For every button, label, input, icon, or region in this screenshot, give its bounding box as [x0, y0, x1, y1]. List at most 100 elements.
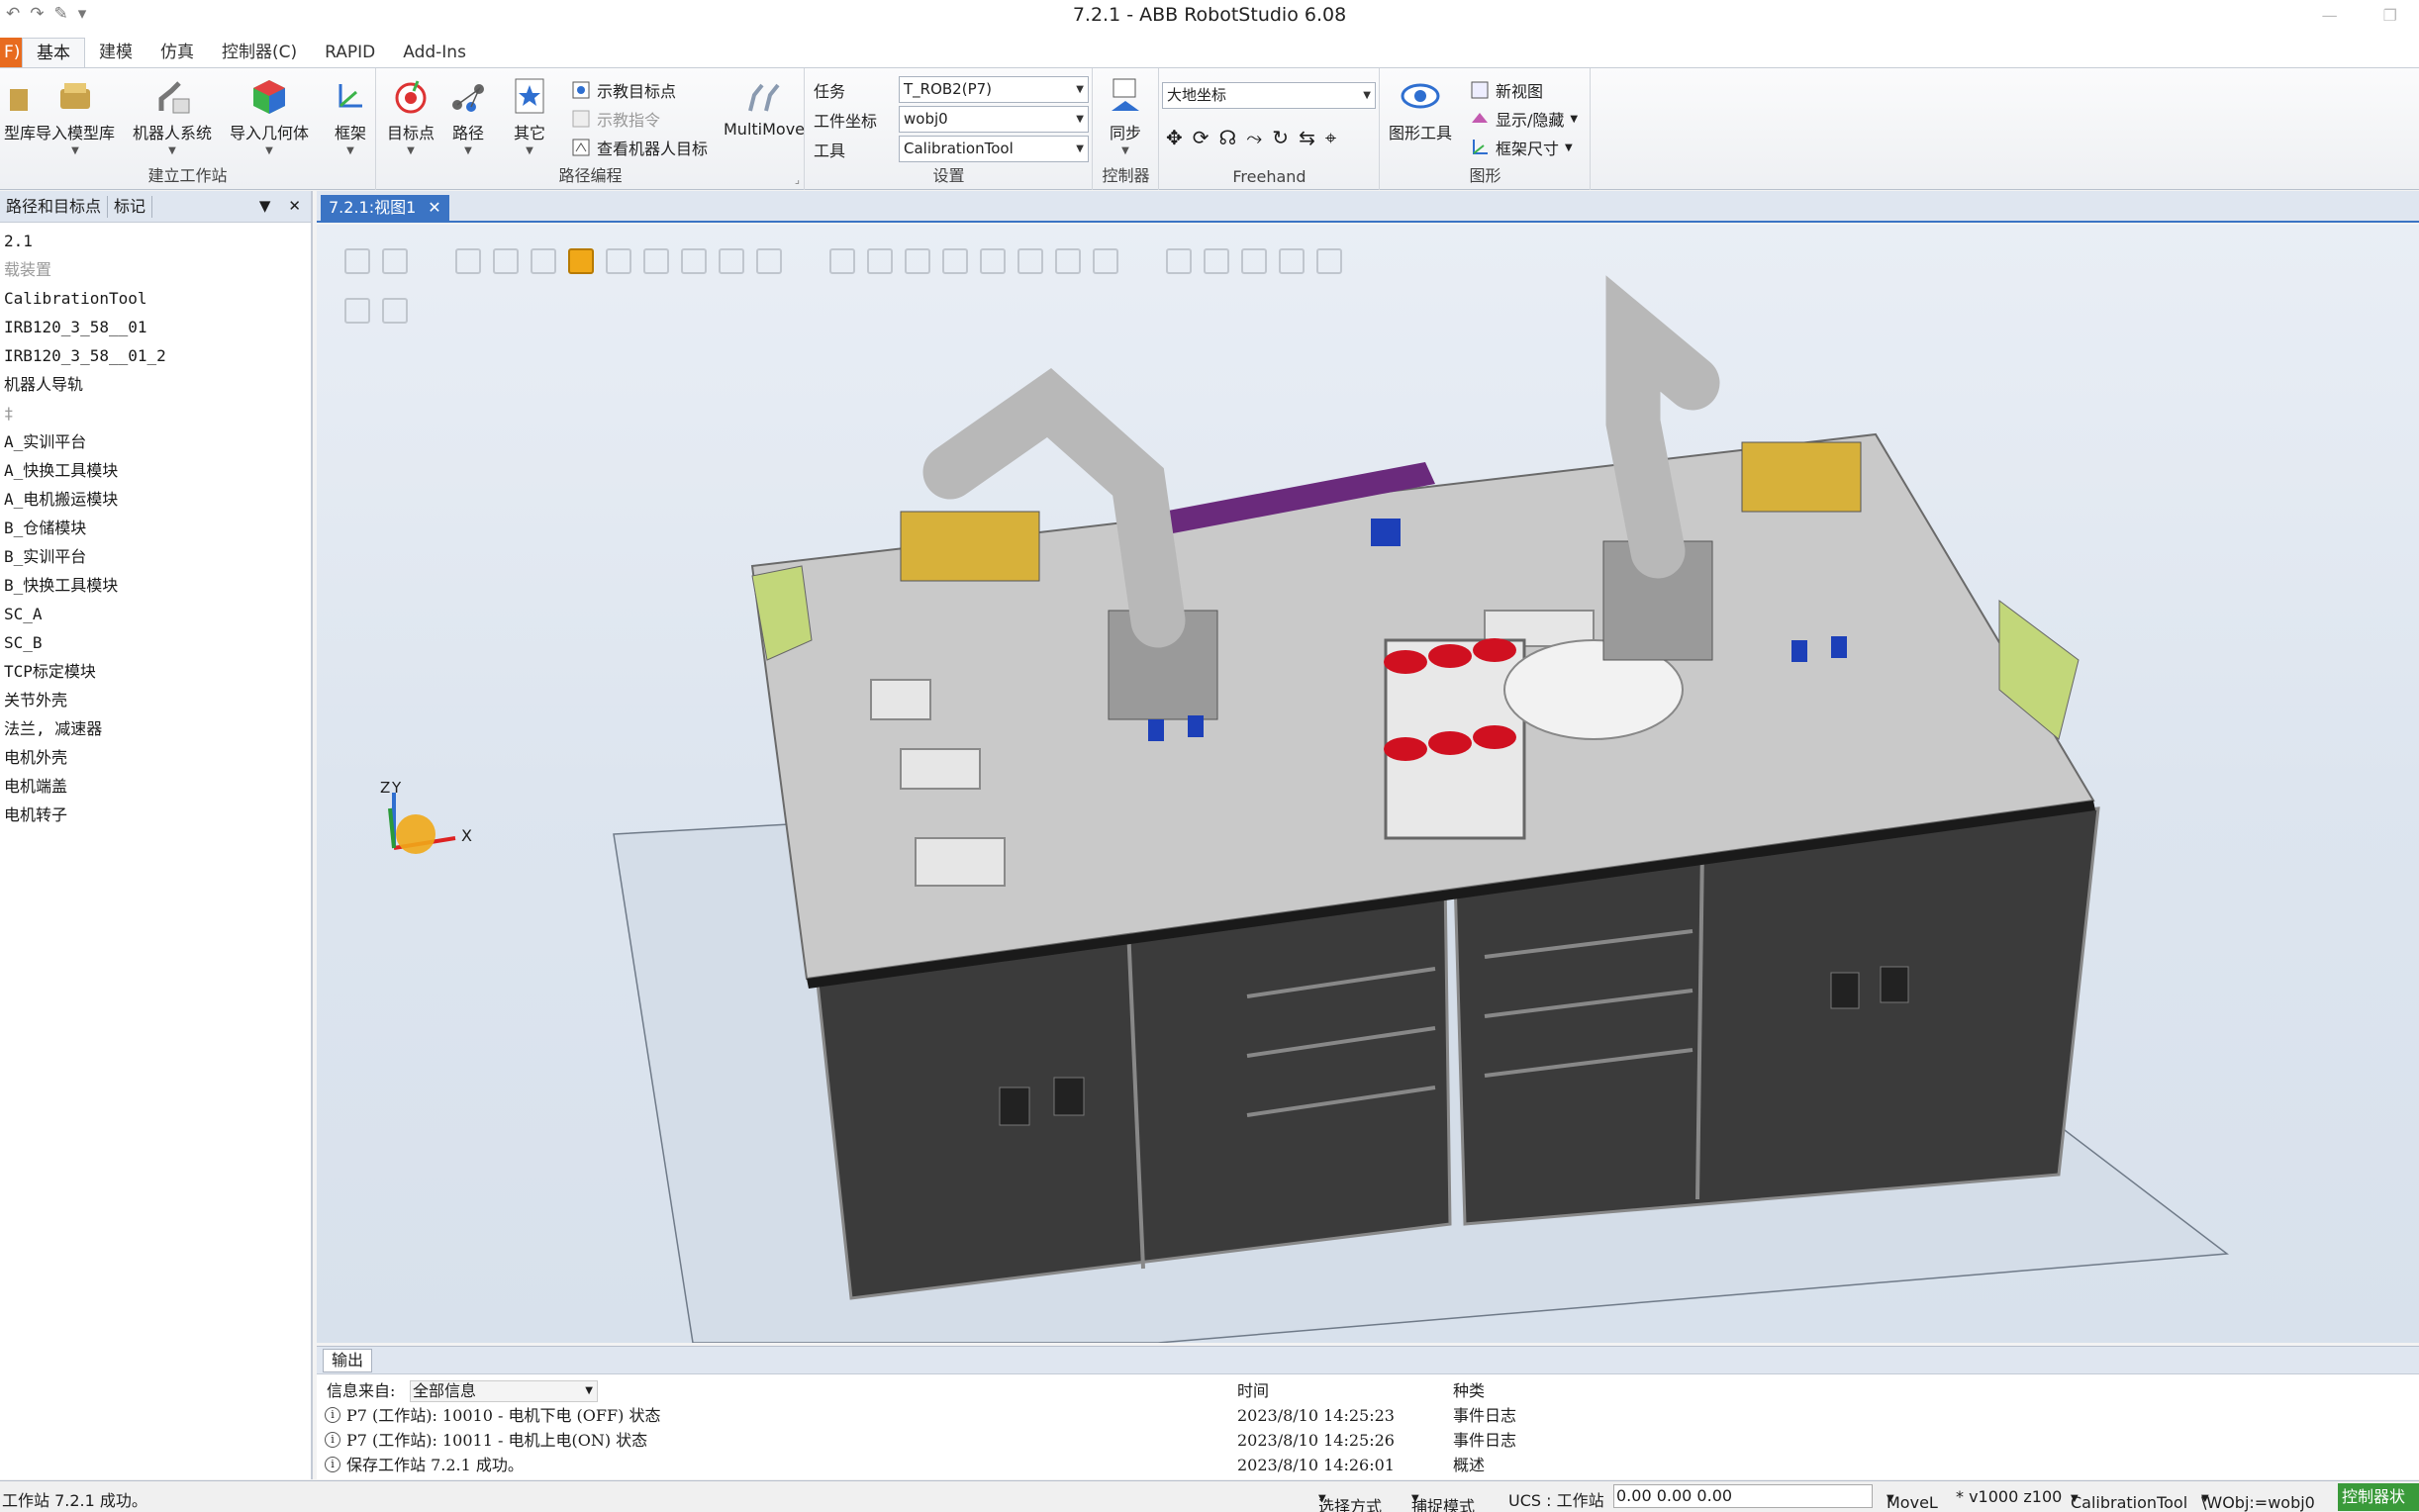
tab-controller[interactable]: 控制器(C)	[208, 38, 311, 67]
tab-simulation[interactable]: 仿真	[146, 38, 208, 67]
tree-item[interactable]: A_快换工具模块	[0, 456, 311, 485]
reference-frame-select[interactable]: 大地坐标 ▼	[1162, 82, 1376, 109]
view-robot-target-button[interactable]: 查看机器人目标	[571, 136, 708, 159]
dialog-launcher-icon[interactable]: ⌟	[795, 173, 800, 186]
controller-status-indicator[interactable]: 控制器状	[2338, 1483, 2419, 1511]
3d-viewport[interactable]: Z Y X	[317, 225, 2419, 1343]
model-library-button[interactable]: 型库	[0, 76, 40, 143]
info-icon: i	[325, 1407, 340, 1423]
output-row[interactable]: i 保存工作站 7.2.1 成功。 2023/8/10 14:26:01 概述	[323, 1453, 2401, 1477]
sync-icon	[1106, 76, 1145, 116]
rotate-icon[interactable]: ⟳	[1193, 126, 1210, 149]
jog-joint-icon[interactable]: ☊	[1219, 126, 1237, 149]
output-rows: i P7 (工作站): 10010 - 电机下电 (OFF) 状态 2023/8/1…	[323, 1403, 2401, 1477]
graphics-tools-button[interactable]: 图形工具	[1389, 76, 1452, 143]
tree-item[interactable]: TCP标定模块	[0, 657, 311, 686]
tab-addins[interactable]: Add-Ins	[389, 38, 480, 67]
tree-item[interactable]: 电机转子	[0, 801, 311, 829]
sync-button[interactable]: 同步 ▼	[1106, 76, 1145, 156]
axis-y-label: Y	[392, 779, 402, 797]
tree-item[interactable]: 2.1	[0, 227, 311, 255]
panel-menu-icon[interactable]: ▼	[259, 197, 271, 215]
tool-select[interactable]: CalibrationTool ▼	[899, 136, 1089, 162]
tree-item[interactable]: A_实训平台	[0, 427, 311, 456]
group-label: 控制器	[1102, 166, 1150, 185]
frame-size-icon	[1470, 138, 1490, 157]
tree-item[interactable]: SC_A	[0, 600, 311, 628]
task-value: T_ROB2(P7)	[904, 80, 993, 98]
tab-output[interactable]: 输出	[323, 1349, 373, 1372]
import-geometry-button[interactable]: 导入几何体 ▼	[230, 76, 309, 156]
frame-button[interactable]: 框架 ▼	[331, 76, 370, 156]
workobject-select[interactable]: wobj0 ▼	[899, 106, 1089, 133]
robot-system-button[interactable]: 机器人系统 ▼	[133, 76, 212, 156]
other-button[interactable]: 其它 ▼	[510, 76, 549, 156]
coordinate-readout[interactable]: 0.00 0.00 0.00	[1613, 1484, 1873, 1508]
target-button[interactable]: 目标点 ▼	[387, 76, 435, 156]
teach-target-button[interactable]: 示教目标点	[571, 78, 676, 102]
chevron-down-icon: ▼	[585, 1385, 593, 1396]
multi-robot-jog-icon[interactable]: ⇆	[1299, 126, 1315, 149]
output-time: 2023/8/10 14:25:23	[1237, 1406, 1395, 1425]
tree-item[interactable]: 法兰, 减速器	[0, 714, 311, 743]
tab-modeling[interactable]: 建模	[85, 38, 146, 67]
freehand-more-icon[interactable]: ⌖	[1325, 126, 1336, 149]
filter-select[interactable]: 全部信息 ▼	[410, 1380, 598, 1402]
tab-file[interactable]: F)	[0, 38, 22, 67]
tree-item[interactable]: 关节外壳	[0, 686, 311, 714]
minimize-icon[interactable]: —	[2322, 6, 2338, 25]
tool-label: 工具	[814, 142, 846, 160]
output-message: P7 (工作站): 10010 - 电机下电 (OFF) 状态	[346, 1406, 661, 1425]
tree-item[interactable]: ‡	[0, 399, 311, 427]
chevron-down-icon: ▼	[1318, 1493, 1326, 1504]
tree-item[interactable]: B_实训平台	[0, 542, 311, 571]
select-mode-label: 选择方式	[1318, 1497, 1383, 1512]
status-message: 工作站 7.2.1 成功。	[2, 1491, 147, 1510]
chevron-down-icon: ▼	[464, 145, 472, 156]
maximize-icon[interactable]: ❐	[2383, 6, 2397, 25]
jog-reorient-icon[interactable]: ↻	[1272, 126, 1289, 149]
filter-label: 信息来自:	[327, 1381, 396, 1400]
show-hide-button[interactable]: 显示/隐藏 ▼	[1470, 107, 1578, 131]
path-button[interactable]: 路径 ▼	[448, 76, 488, 156]
tree-item[interactable]: 电机端盖	[0, 772, 311, 801]
frame-size-button[interactable]: 框架尺寸 ▼	[1470, 136, 1573, 159]
task-select[interactable]: T_ROB2(P7) ▼	[899, 76, 1089, 103]
new-view-button[interactable]: 新视图	[1470, 78, 1543, 102]
tree-item[interactable]: IRB120_3_58__01_2	[0, 341, 311, 370]
group-path-programming: 目标点 ▼ 路径 ▼ 其它 ▼ 示教目标点 示教指令 查看机器人目标 Multi…	[377, 68, 805, 190]
close-icon[interactable]: ✕	[428, 195, 440, 221]
tree-item[interactable]: IRB120_3_58__01	[0, 313, 311, 341]
speed-zone-label[interactable]: * v1000 z100	[1956, 1487, 2062, 1506]
tree-item[interactable]: 载装置	[0, 255, 311, 284]
tree-item[interactable]: CalibrationTool	[0, 284, 311, 313]
group-controller: 同步 ▼ 控制器	[1094, 68, 1159, 190]
tree-item[interactable]: B_仓储模块	[0, 514, 311, 542]
teach-instruction-icon	[571, 109, 591, 129]
import-library-button[interactable]: 导入模型库 ▼	[36, 76, 115, 156]
tab-home[interactable]: 基本	[22, 38, 85, 67]
tree-item[interactable]: SC_B	[0, 628, 311, 657]
tab-paths-targets[interactable]: 路径和目标点	[0, 195, 109, 218]
output-row[interactable]: i P7 (工作站): 10010 - 电机下电 (OFF) 状态 2023/8/1…	[323, 1403, 2401, 1428]
tree-item[interactable]: 电机外壳	[0, 743, 311, 772]
close-icon[interactable]: ✕	[288, 197, 301, 215]
tab-markups[interactable]: 标记	[108, 195, 153, 218]
chevron-down-icon: ▼	[526, 145, 533, 156]
tree-item[interactable]: 机器人导轨	[0, 370, 311, 399]
output-row[interactable]: i P7 (工作站): 10011 - 电机上电(ON) 状态 2023/8/10 …	[323, 1428, 2401, 1453]
path-icon	[448, 76, 488, 116]
tree-item[interactable]: B_快换工具模块	[0, 571, 311, 600]
jog-linear-icon[interactable]: ⤳	[1246, 126, 1262, 149]
layout-browser-panel: 路径和目标点 标记 ▼ ✕ 2.1 载装置 CalibrationTool IRB12…	[0, 191, 313, 1479]
chevron-down-icon: ▼	[346, 145, 354, 156]
teach-instruction-button[interactable]: 示教指令	[571, 107, 660, 131]
tab-view1[interactable]: 7.2.1:视图1 ✕	[321, 195, 449, 221]
frame-axes-icon	[331, 76, 370, 116]
multimove-button[interactable]: MultiMove	[724, 76, 805, 139]
reference-frame-value: 大地坐标	[1167, 86, 1227, 104]
chevron-down-icon: ▼	[1411, 1493, 1419, 1504]
tab-rapid[interactable]: RAPID	[311, 38, 389, 67]
tree-item[interactable]: A_电机搬运模块	[0, 485, 311, 514]
move-icon[interactable]: ✥	[1166, 126, 1183, 149]
